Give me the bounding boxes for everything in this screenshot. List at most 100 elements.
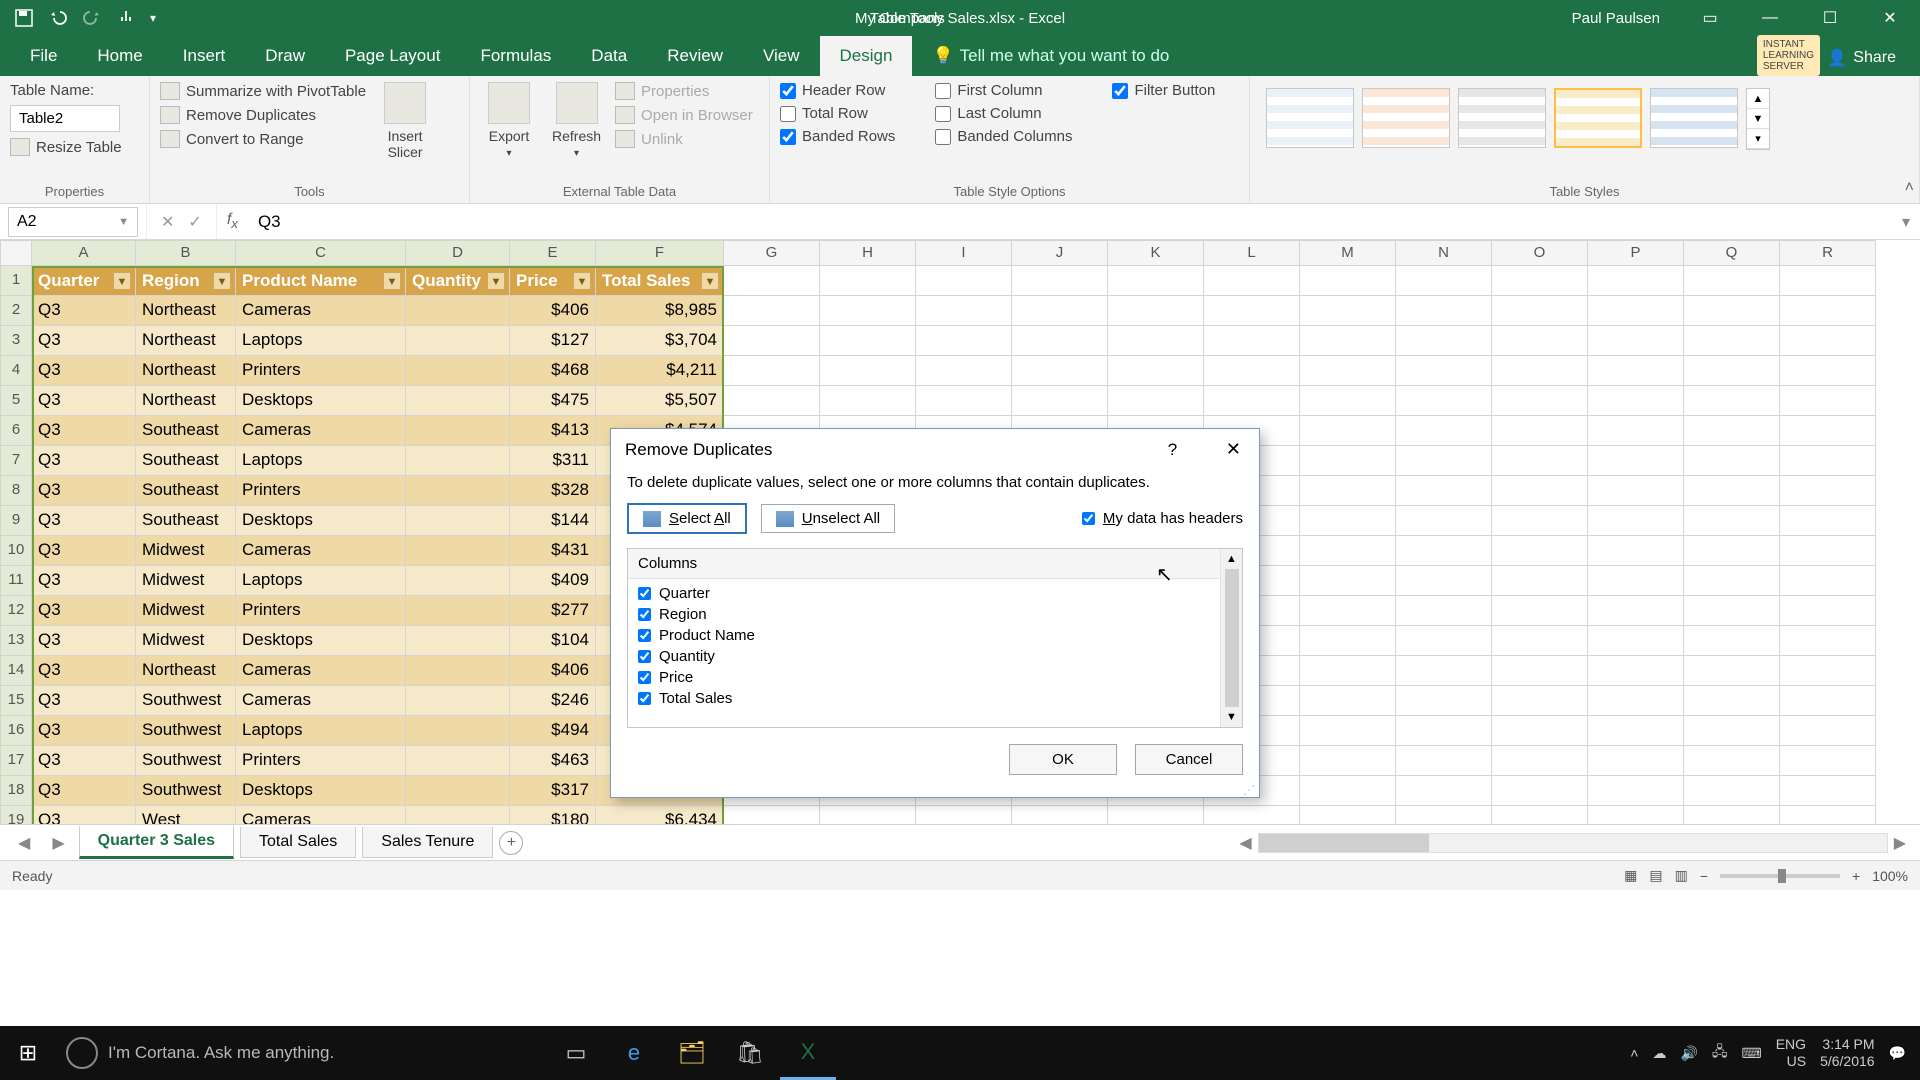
save-icon[interactable]	[14, 8, 34, 28]
zoom-out-icon[interactable]: −	[1700, 868, 1708, 884]
cell-I4[interactable]	[916, 356, 1012, 386]
cell-N17[interactable]	[1396, 746, 1492, 776]
cell-O5[interactable]	[1492, 386, 1588, 416]
cell-R6[interactable]	[1780, 416, 1876, 446]
cell-N8[interactable]	[1396, 476, 1492, 506]
cell-Q4[interactable]	[1684, 356, 1780, 386]
cell-D3[interactable]	[406, 326, 510, 356]
cell-Q9[interactable]	[1684, 506, 1780, 536]
cell-H1[interactable]	[820, 266, 916, 296]
cell-D1[interactable]: Quantity▼	[406, 266, 510, 296]
filter-dropdown-icon[interactable]: ▼	[113, 272, 131, 290]
cell-B2[interactable]: Northeast	[136, 296, 236, 326]
sheet-nav-next-icon[interactable]: ▶	[44, 833, 72, 853]
cell-R1[interactable]	[1780, 266, 1876, 296]
cell-C11[interactable]: Laptops	[236, 566, 406, 596]
tray-clock[interactable]: 3:14 PM5/6/2016	[1820, 1036, 1875, 1070]
filter-dropdown-icon[interactable]: ▼	[487, 272, 505, 290]
zoom-in-icon[interactable]: +	[1852, 868, 1860, 884]
cell-A14[interactable]: Q3	[32, 656, 136, 686]
cell-N1[interactable]	[1396, 266, 1492, 296]
cell-E13[interactable]: $104	[510, 626, 596, 656]
cell-O11[interactable]	[1492, 566, 1588, 596]
row-header-16[interactable]: 16	[0, 716, 32, 746]
cell-A4[interactable]: Q3	[32, 356, 136, 386]
cell-P19[interactable]	[1588, 806, 1684, 824]
column-header-J[interactable]: J	[1012, 240, 1108, 266]
qat-more-icon[interactable]: ▾	[150, 11, 156, 25]
row-header-6[interactable]: 6	[0, 416, 32, 446]
cell-H19[interactable]	[820, 806, 916, 824]
row-header-4[interactable]: 4	[0, 356, 32, 386]
cell-F1[interactable]: Total Sales▼	[596, 266, 724, 296]
resize-table-button[interactable]: Resize Table	[10, 138, 139, 156]
cell-Q15[interactable]	[1684, 686, 1780, 716]
column-header-H[interactable]: H	[820, 240, 916, 266]
cell-P4[interactable]	[1588, 356, 1684, 386]
cell-D7[interactable]	[406, 446, 510, 476]
cell-C2[interactable]: Cameras	[236, 296, 406, 326]
cell-M17[interactable]	[1300, 746, 1396, 776]
cell-M13[interactable]	[1300, 626, 1396, 656]
cell-O1[interactable]	[1492, 266, 1588, 296]
cell-N18[interactable]	[1396, 776, 1492, 806]
minimize-icon[interactable]: —	[1740, 0, 1800, 36]
cancel-button[interactable]: Cancel	[1135, 744, 1243, 775]
cell-H5[interactable]	[820, 386, 916, 416]
zoom-slider[interactable]	[1720, 874, 1840, 878]
tray-onedrive-icon[interactable]: ☁	[1652, 1045, 1666, 1062]
cell-P15[interactable]	[1588, 686, 1684, 716]
cell-L3[interactable]	[1204, 326, 1300, 356]
header-row-checkbox[interactable]: Header Row	[780, 82, 895, 99]
tab-draw[interactable]: Draw	[245, 36, 325, 76]
cell-Q17[interactable]	[1684, 746, 1780, 776]
cell-I5[interactable]	[916, 386, 1012, 416]
cell-E14[interactable]: $406	[510, 656, 596, 686]
cell-J2[interactable]	[1012, 296, 1108, 326]
cell-R5[interactable]	[1780, 386, 1876, 416]
cell-O13[interactable]	[1492, 626, 1588, 656]
cell-O8[interactable]	[1492, 476, 1588, 506]
cell-E9[interactable]: $144	[510, 506, 596, 536]
cell-P3[interactable]	[1588, 326, 1684, 356]
cell-E16[interactable]: $494	[510, 716, 596, 746]
name-box-dropdown-icon[interactable]: ▼	[118, 216, 129, 228]
cell-M12[interactable]	[1300, 596, 1396, 626]
cell-N5[interactable]	[1396, 386, 1492, 416]
cell-D16[interactable]	[406, 716, 510, 746]
dialog-close-icon[interactable]: ✕	[1222, 439, 1245, 459]
cell-O6[interactable]	[1492, 416, 1588, 446]
cell-O12[interactable]	[1492, 596, 1588, 626]
insert-slicer-button[interactable]: Insert Slicer	[376, 82, 434, 160]
tab-design[interactable]: Design	[820, 36, 913, 76]
cell-R17[interactable]	[1780, 746, 1876, 776]
row-header-18[interactable]: 18	[0, 776, 32, 806]
tray-network-icon[interactable]: 🖧	[1712, 1041, 1728, 1065]
cell-M15[interactable]	[1300, 686, 1396, 716]
cell-N13[interactable]	[1396, 626, 1492, 656]
cell-O19[interactable]	[1492, 806, 1588, 824]
cell-E10[interactable]: $431	[510, 536, 596, 566]
column-header-N[interactable]: N	[1396, 240, 1492, 266]
scroll-thumb[interactable]	[1259, 834, 1429, 852]
cell-E19[interactable]: $180	[510, 806, 596, 824]
cell-Q2[interactable]	[1684, 296, 1780, 326]
cell-C15[interactable]: Cameras	[236, 686, 406, 716]
cell-E4[interactable]: $468	[510, 356, 596, 386]
cell-A18[interactable]: Q3	[32, 776, 136, 806]
cell-P5[interactable]	[1588, 386, 1684, 416]
cell-P17[interactable]	[1588, 746, 1684, 776]
cell-Q13[interactable]	[1684, 626, 1780, 656]
column-checkbox-price[interactable]: Price	[638, 667, 1232, 688]
tray-keyboard-icon[interactable]: ⌨	[1742, 1045, 1762, 1062]
cell-D11[interactable]	[406, 566, 510, 596]
cell-Q18[interactable]	[1684, 776, 1780, 806]
cell-L19[interactable]	[1204, 806, 1300, 824]
sheet-tab-quarter-3[interactable]: Quarter 3 Sales	[79, 826, 234, 859]
cell-O7[interactable]	[1492, 446, 1588, 476]
cell-A11[interactable]: Q3	[32, 566, 136, 596]
file-explorer-icon[interactable]: 🗂	[664, 1026, 720, 1080]
cell-Q8[interactable]	[1684, 476, 1780, 506]
cell-Q14[interactable]	[1684, 656, 1780, 686]
columns-scrollbar[interactable]: ▲ ▼	[1220, 549, 1242, 727]
